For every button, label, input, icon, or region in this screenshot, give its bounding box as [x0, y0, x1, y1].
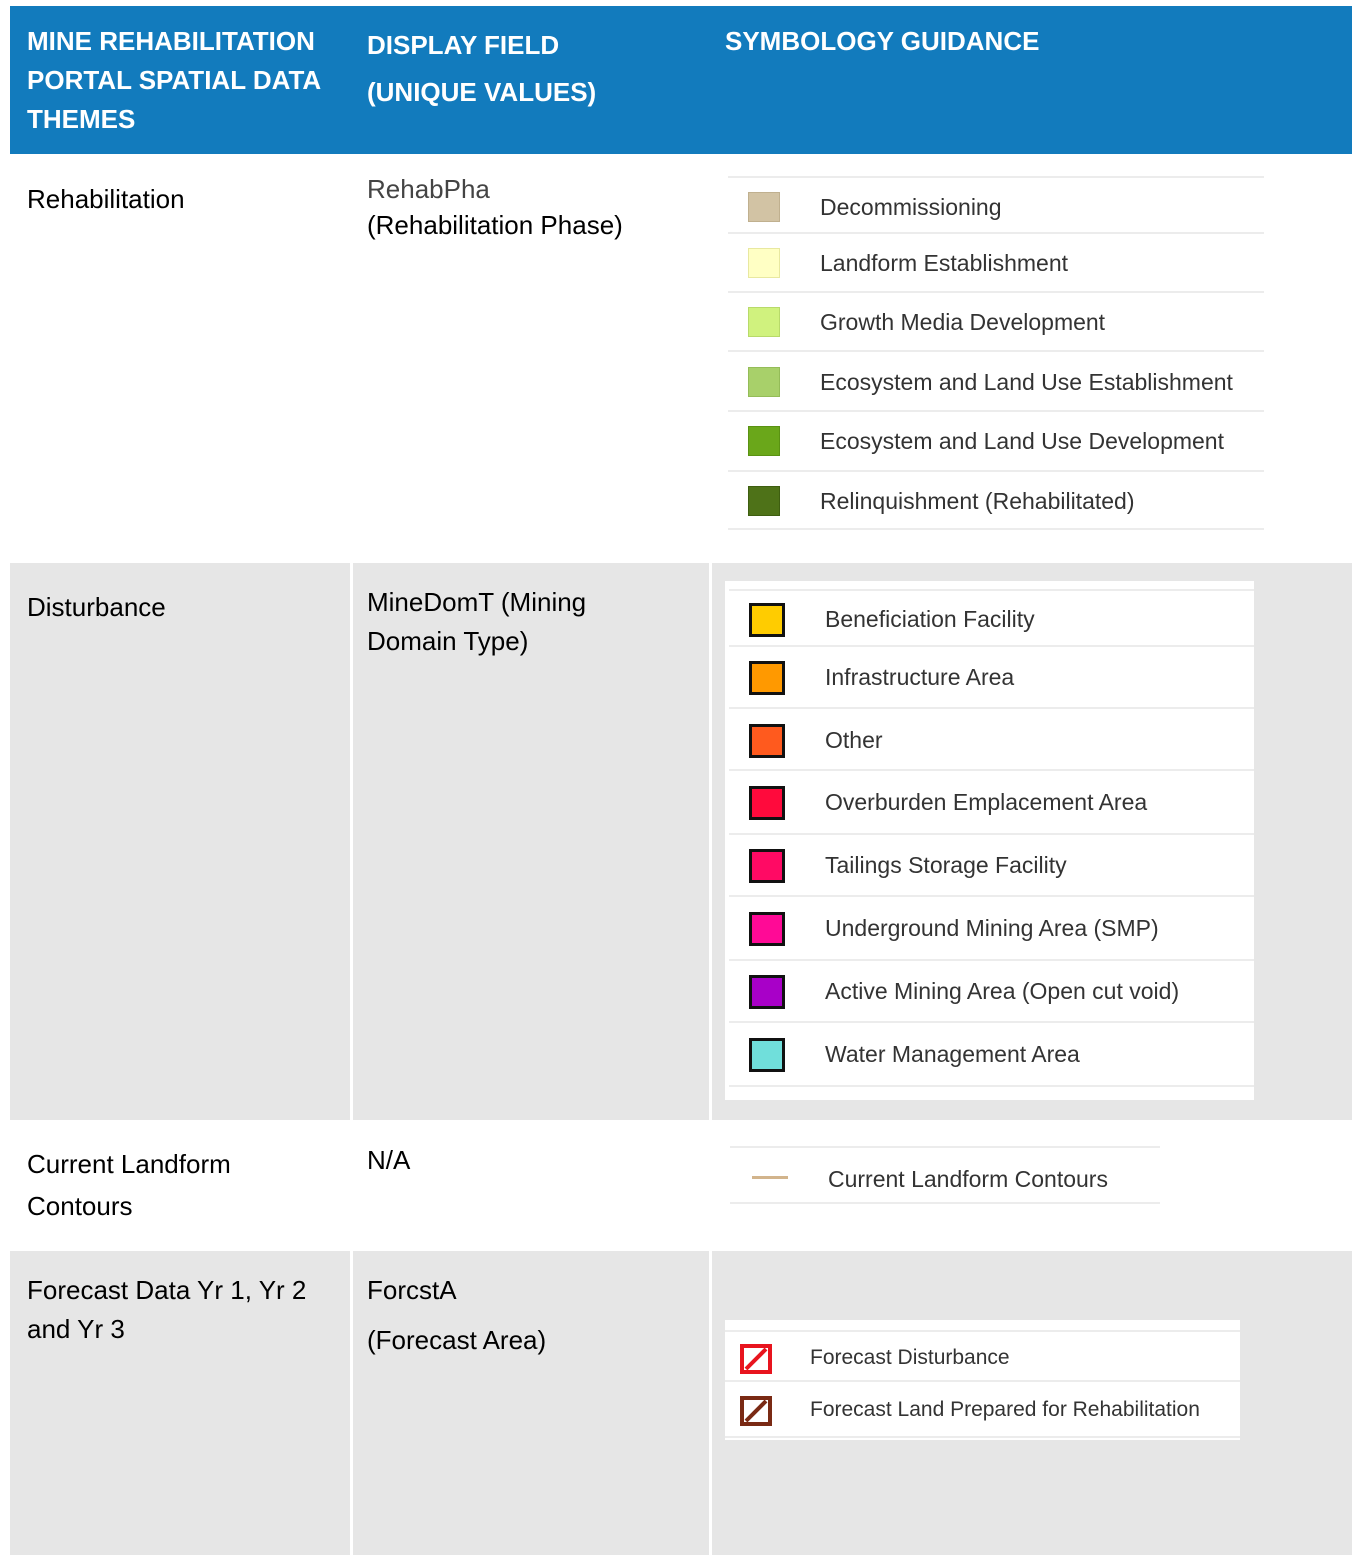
- field-na: N/A: [367, 1145, 411, 1175]
- header-themes: MINE REHABILITATION PORTAL SPATIAL DATA …: [27, 26, 321, 134]
- swatch-icon: [749, 786, 785, 820]
- swatch-icon: [749, 661, 785, 695]
- legend-label: Water Management Area: [825, 1041, 1080, 1067]
- theme-line-2: Contours: [27, 1191, 133, 1221]
- legend-item: Infrastructure Area: [729, 647, 1254, 709]
- legend-item: Relinquishment (Rehabilitated): [728, 472, 1264, 530]
- legend-label: Underground Mining Area (SMP): [825, 915, 1159, 941]
- legend-item: Water Management Area: [729, 1023, 1254, 1087]
- line-symbol-icon: [752, 1176, 788, 1179]
- swatch-icon: [749, 1038, 785, 1072]
- header-display-field: DISPLAY FIELD (UNIQUE VALUES): [367, 30, 597, 107]
- swatch-icon: [749, 912, 785, 946]
- legend-label: Forecast Land Prepared for Rehabilitatio…: [810, 1398, 1200, 1421]
- legend-label: Infrastructure Area: [825, 664, 1015, 690]
- swatch-icon: [749, 724, 785, 758]
- hatched-swatch-icon: [740, 1396, 772, 1426]
- legend-label: Growth Media Development: [820, 309, 1106, 335]
- legend-item: Beneficiation Facility: [729, 589, 1254, 647]
- swatch-icon: [749, 849, 785, 883]
- legend-label: Landform Establishment: [820, 250, 1069, 276]
- field-minedomt-desc: Domain Type): [367, 626, 529, 656]
- legend-item: Decommissioning: [728, 176, 1264, 234]
- legend-item: Forecast Disturbance: [725, 1330, 1240, 1382]
- legend-item: Underground Mining Area (SMP): [729, 897, 1254, 961]
- legend-label: Ecosystem and Land Use Establishment: [820, 369, 1233, 395]
- legend-forecast: Forecast Disturbance Forecast Land Prepa…: [725, 1320, 1240, 1440]
- swatch-icon: [748, 307, 780, 337]
- legend-item: Current Landform Contours: [730, 1146, 1160, 1204]
- swatch-icon: [748, 486, 780, 516]
- legend-disturbance: Beneficiation Facility Infrastructure Ar…: [725, 581, 1254, 1100]
- legend-item: Ecosystem and Land Use Development: [728, 412, 1264, 472]
- legend-item: Landform Establishment: [728, 234, 1264, 293]
- swatch-icon: [749, 603, 785, 637]
- swatch-icon: [748, 248, 780, 278]
- legend-label: Beneficiation Facility: [825, 606, 1035, 632]
- field-forcsta: ForcstA: [367, 1275, 457, 1305]
- field-rehabpha: RehabPha: [367, 174, 490, 204]
- swatch-icon: [748, 426, 780, 456]
- legend-contours: Current Landform Contours: [730, 1146, 1160, 1206]
- legend-label: Forecast Disturbance: [810, 1346, 1010, 1369]
- theme-current-landform-contours: Current Landform Contours: [27, 1145, 231, 1226]
- swatch-icon: [748, 192, 780, 222]
- legend-label: Overburden Emplacement Area: [825, 789, 1148, 815]
- theme-rehabilitation: Rehabilitation: [27, 184, 185, 214]
- swatch-icon: [748, 367, 780, 397]
- legend-item: Other: [729, 709, 1254, 771]
- theme-line-1: Current Landform: [27, 1149, 231, 1179]
- legend-item: Overburden Emplacement Area: [729, 771, 1254, 835]
- field-forcsta-desc: (Forecast Area): [367, 1325, 547, 1355]
- legend-rehabilitation: Decommissioning Landform Establishment G…: [728, 176, 1264, 532]
- legend-label: Ecosystem and Land Use Development: [820, 428, 1224, 454]
- legend-label: Relinquishment (Rehabilitated): [820, 488, 1135, 514]
- swatch-icon: [749, 975, 785, 1009]
- legend-label: Decommissioning: [820, 194, 1002, 220]
- header-symbology-guidance: SYMBOLOGY GUIDANCE: [725, 26, 1040, 56]
- legend-label: Tailings Storage Facility: [825, 852, 1067, 878]
- legend-item: Ecosystem and Land Use Establishment: [728, 352, 1264, 412]
- theme-disturbance: Disturbance: [27, 592, 166, 622]
- theme-line-1: Forecast Data Yr 1, Yr 2: [27, 1275, 307, 1305]
- legend-label: Active Mining Area (Open cut void): [825, 978, 1180, 1004]
- theme-line-2: and Yr 3: [27, 1314, 125, 1344]
- theme-forecast-data: Forecast Data Yr 1, Yr 2 and Yr 3: [27, 1271, 306, 1349]
- legend-item: Growth Media Development: [728, 293, 1264, 352]
- legend-label: Other: [825, 727, 883, 753]
- legend-item: Forecast Land Prepared for Rehabilitatio…: [725, 1382, 1240, 1438]
- legend-item: Active Mining Area (Open cut void): [729, 961, 1254, 1023]
- legend-label: Current Landform Contours: [828, 1166, 1108, 1192]
- hatched-swatch-icon: [740, 1344, 772, 1374]
- field-minedomt: MineDomT (Mining: [367, 587, 587, 617]
- field-rehabpha-desc: (Rehabilitation Phase): [367, 210, 623, 240]
- legend-item: Tailings Storage Facility: [729, 835, 1254, 897]
- row-disturbance-theme-cell: [10, 563, 350, 1120]
